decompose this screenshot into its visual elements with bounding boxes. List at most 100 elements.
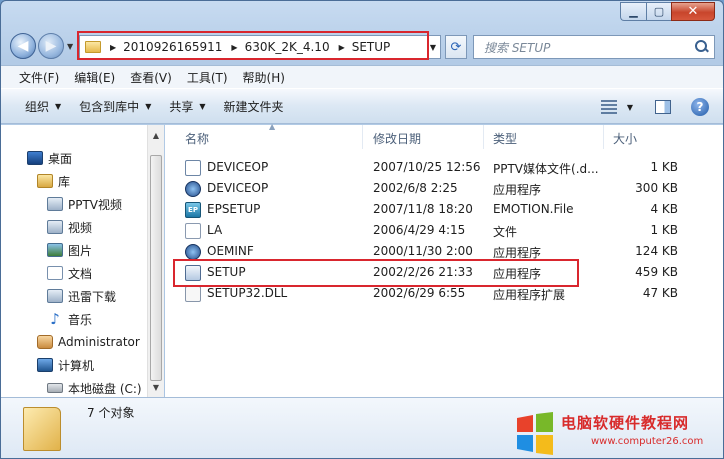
- cd-exe-icon: [185, 244, 201, 260]
- documents-library-icon: [47, 266, 63, 280]
- sidebar-item-library[interactable]: 库: [37, 171, 70, 191]
- search-icon[interactable]: [694, 39, 710, 55]
- file-row[interactable]: OEMINF 2000/11/30 2:00 应用程序 124 KB: [165, 241, 723, 262]
- file-row-setup[interactable]: SETUP 2002/2/26 21:33 应用程序 459 KB: [165, 262, 723, 283]
- file-modified: 2006/4/29 4:15: [373, 223, 466, 237]
- video-library-icon: [47, 220, 63, 234]
- scroll-down-icon[interactable]: ▼: [148, 379, 164, 395]
- sidebar-item-pptv[interactable]: PPTV视频: [47, 194, 122, 214]
- sidebar-item-pictures[interactable]: 图片: [47, 240, 92, 260]
- desktop-icon: [27, 151, 43, 165]
- file-name: DEVICEOP: [207, 181, 269, 195]
- chevron-down-icon: ▼: [145, 101, 152, 111]
- sidebar-item-label: PPTV视频: [68, 197, 123, 212]
- views-icon[interactable]: [600, 100, 617, 114]
- chevron-down-icon: ▼: [55, 101, 62, 111]
- organize-button[interactable]: 组织 ▼: [25, 98, 61, 115]
- search-input[interactable]: 搜索 SETUP: [484, 39, 694, 56]
- scrollbar-thumb[interactable]: [150, 155, 162, 381]
- file-row[interactable]: DEVICEOP 2007/10/25 12:56 PPTV媒体文件(.d...…: [165, 157, 723, 178]
- minimize-button[interactable]: ▁: [620, 2, 646, 21]
- address-history-dropdown[interactable]: ▼: [430, 43, 436, 52]
- file-row[interactable]: EP EPSETUP 2007/11/8 18:20 EMOTION.File …: [165, 199, 723, 220]
- maximize-button[interactable]: ▢: [646, 2, 671, 21]
- column-modified[interactable]: 修改日期: [373, 130, 421, 147]
- breadcrumb-item[interactable]: ▶ 630K_2K_4.10: [222, 40, 329, 54]
- file-row[interactable]: SETUP32.DLL 2002/6/29 6:55 应用程序扩展 47 KB: [165, 283, 723, 304]
- sidebar-item-videos[interactable]: 视频: [47, 217, 92, 237]
- chevron-right-icon[interactable]: ▶: [231, 43, 237, 52]
- pictures-library-icon: [47, 243, 63, 257]
- chevron-right-icon[interactable]: ▶: [339, 43, 345, 52]
- file-size: 459 KB: [635, 265, 678, 279]
- file-name: OEMINF: [207, 244, 254, 258]
- details-pane: 7 个对象 电脑软硬件教程网 www.computer26.com: [1, 397, 723, 458]
- menu-view[interactable]: 查看(V): [130, 69, 172, 86]
- sidebar-item-administrator[interactable]: Administrator: [37, 332, 140, 352]
- sidebar-item-downloads[interactable]: 迅雷下载: [47, 286, 116, 306]
- address-bar[interactable]: ▶ 2010926165911 ▶ 630K_2K_4.10 ▶ SETUP ▼: [79, 35, 441, 59]
- sidebar-item-label: 计算机: [58, 358, 95, 373]
- share-button[interactable]: 共享 ▼: [169, 98, 205, 115]
- sidebar-item-local-disk-c[interactable]: 本地磁盘 (C:): [47, 378, 142, 398]
- column-divider[interactable]: [362, 125, 363, 149]
- menu-help[interactable]: 帮助(H): [243, 69, 285, 86]
- new-folder-label: 新建文件夹: [223, 99, 284, 114]
- views-dropdown[interactable]: ▼: [627, 103, 633, 112]
- sidebar-item-desktop[interactable]: 桌面: [27, 148, 72, 168]
- file-type: 文件: [493, 225, 518, 239]
- column-type[interactable]: 类型: [493, 130, 517, 147]
- column-size[interactable]: 大小: [613, 130, 637, 147]
- preview-pane-icon[interactable]: [655, 100, 671, 114]
- menu-tools[interactable]: 工具(T): [187, 69, 228, 86]
- column-name[interactable]: 名称: [185, 130, 209, 147]
- help-icon[interactable]: ?: [691, 98, 709, 116]
- file-row[interactable]: LA 2006/4/29 4:15 文件 1 KB: [165, 220, 723, 241]
- music-library-icon: ♪: [50, 310, 60, 328]
- dll-file-icon: [185, 286, 201, 302]
- column-divider[interactable]: [483, 125, 484, 149]
- command-bar: 组织 ▼ 包含到库中 ▼ 共享 ▼ 新建文件夹 ▼ ?: [1, 88, 723, 124]
- breadcrumb-label[interactable]: 630K_2K_4.10: [245, 40, 330, 54]
- sidebar-item-music[interactable]: ♪ 音乐: [47, 309, 92, 329]
- sidebar-item-computer[interactable]: 计算机: [37, 355, 94, 375]
- file-type: EMOTION.File: [493, 202, 574, 216]
- user-folder-icon: [37, 335, 53, 349]
- navigation-bar: ◀ ▶ ▼ ▶ 2010926165911 ▶ 630K_2K_4.10 ▶ S…: [1, 29, 723, 63]
- chevron-right-icon[interactable]: ▶: [110, 43, 116, 52]
- menu-edit[interactable]: 编辑(E): [74, 69, 115, 86]
- folder-icon: [23, 407, 61, 451]
- file-row[interactable]: DEVICEOP 2002/6/8 2:25 应用程序 300 KB: [165, 178, 723, 199]
- scroll-up-icon[interactable]: ▲: [148, 127, 164, 143]
- file-modified: 2002/2/26 21:33: [373, 265, 473, 279]
- file-modified: 2002/6/29 6:55: [373, 286, 466, 300]
- breadcrumb-label[interactable]: SETUP: [352, 40, 391, 54]
- column-divider[interactable]: [603, 125, 604, 149]
- forward-button[interactable]: ▶: [38, 33, 64, 59]
- menu-file[interactable]: 文件(F): [19, 69, 59, 86]
- include-in-library-button[interactable]: 包含到库中 ▼: [79, 98, 151, 115]
- breadcrumb-item[interactable]: ▶ 2010926165911: [101, 40, 222, 54]
- sidebar-item-documents[interactable]: 文档: [47, 263, 92, 283]
- file-type: 应用程序: [493, 246, 542, 260]
- breadcrumb-label[interactable]: 2010926165911: [123, 40, 222, 54]
- file-type: PPTV媒体文件(.d...: [493, 162, 599, 176]
- navigation-pane-scrollbar[interactable]: ▲ ▼: [147, 125, 164, 397]
- breadcrumb-item[interactable]: ▶ SETUP: [330, 40, 391, 54]
- menu-bar: 文件(F) 编辑(E) 查看(V) 工具(T) 帮助(H): [1, 65, 723, 88]
- recent-pages-dropdown[interactable]: ▼: [67, 42, 73, 51]
- file-type: 应用程序扩展: [493, 288, 566, 302]
- refresh-button[interactable]: ⟳: [445, 35, 467, 59]
- new-folder-button[interactable]: 新建文件夹: [224, 98, 284, 115]
- close-button[interactable]: ✕: [671, 2, 715, 21]
- sort-ascending-icon: ▲: [269, 122, 276, 131]
- window-controls: ▁ ▢ ✕: [620, 2, 715, 21]
- view-controls: ▼ ?: [600, 89, 723, 125]
- computer-icon: [37, 358, 53, 372]
- config-file-icon: [185, 160, 201, 176]
- file-size: 300 KB: [635, 181, 678, 195]
- sidebar-item-label: 桌面: [48, 151, 73, 166]
- back-button[interactable]: ◀: [10, 33, 36, 59]
- search-box[interactable]: 搜索 SETUP: [473, 35, 715, 59]
- download-folder-icon: [47, 289, 63, 303]
